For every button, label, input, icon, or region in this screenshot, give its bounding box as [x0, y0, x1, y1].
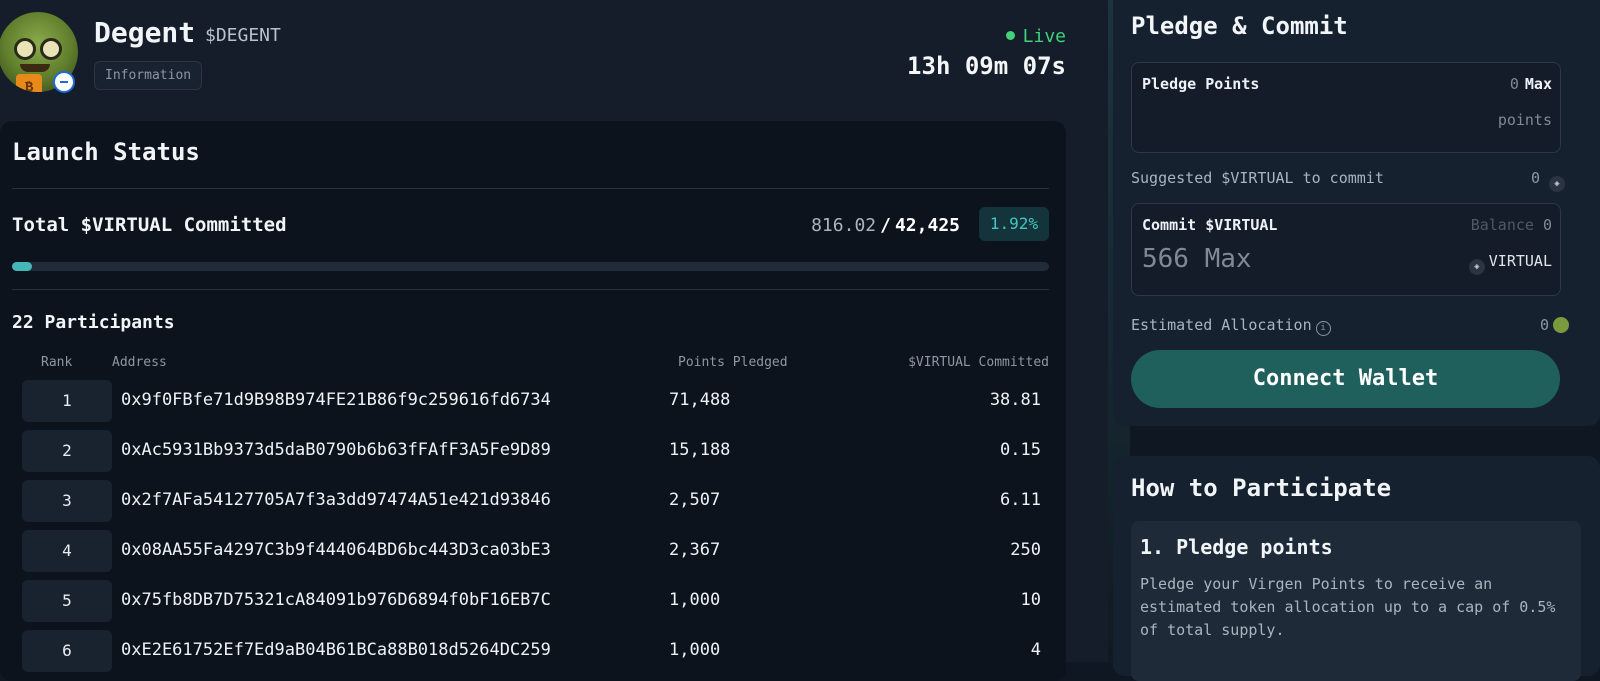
commit-progress-fill: [12, 262, 32, 271]
live-dot-icon: [1005, 31, 1015, 40]
token-name: Degent: [94, 16, 196, 49]
balance-display: Balance 0: [1471, 216, 1552, 234]
avatar-mouth: [20, 64, 50, 72]
commit-virtual-field[interactable]: Commit $VIRTUAL Balance 0 566 Max ◈ VIRTU…: [1131, 203, 1561, 296]
suggested-commit-row: Suggested $VIRTUAL to commit 0 ◈: [1131, 169, 1569, 192]
countdown-timer: 13h 09m 07s: [907, 52, 1066, 80]
virtual-cell: 38.81: [989, 390, 1041, 410]
balance-value: 0: [1542, 216, 1552, 234]
suggested-commit-value-wrap: 0 ◈: [1531, 169, 1569, 192]
pledge-commit-card: Pledge & Commit Pledge Points 0 Max point…: [1113, 0, 1600, 426]
information-tab[interactable]: Information: [94, 61, 203, 90]
pledge-points-field[interactable]: Pledge Points 0 Max points: [1131, 62, 1561, 153]
commit-unit: VIRTUAL: [1488, 252, 1552, 270]
balance-label: Balance: [1470, 216, 1534, 234]
estimated-allocation-value: 0: [1539, 316, 1549, 334]
bitcoin-coin-icon: ₿: [16, 74, 42, 92]
virtual-unit-chip: ◈ VIRTUAL: [1468, 252, 1552, 275]
total-committed-values: 816.02/42,425: [811, 215, 960, 236]
live-status-label: Live: [1022, 26, 1066, 47]
token-header: ₿ Degent $DEGENT Information Live 13h 09…: [0, 0, 1108, 120]
address-cell[interactable]: 0xE2E61752Ef7Ed9aB04B61BCa88B018d5264DC2…: [121, 640, 551, 660]
launch-column: ₿ Degent $DEGENT Information Live 13h 09…: [0, 0, 1108, 681]
column-header-virtual: $VIRTUAL Committed: [908, 355, 1049, 370]
rank-cell: 3: [22, 480, 112, 522]
points-cell: 15,188: [669, 440, 731, 460]
commit-virtual-label: Commit $VIRTUAL: [1142, 216, 1278, 234]
avatar-eye-left: [14, 38, 36, 60]
points-cell: 1,000: [669, 640, 721, 660]
column-header-points: Points Pledged: [678, 355, 788, 370]
live-status: Live: [1005, 26, 1066, 47]
suggested-commit-value: 0: [1530, 169, 1540, 187]
rank-cell: 6: [22, 630, 112, 672]
points-cell: 71,488: [669, 390, 731, 410]
divider: [12, 188, 1049, 189]
commit-amount-input[interactable]: 566 Max: [1142, 244, 1252, 274]
estimated-allocation-value-wrap: 0: [1540, 316, 1569, 334]
table-row[interactable]: 2 0xAc5931Bb9373d5daB0790b6b63fFAfF3A5Fe…: [22, 430, 1049, 472]
table-row[interactable]: 6 0xE2E61752Ef7Ed9aB04B61BCa88B018d5264D…: [22, 630, 1049, 672]
table-row[interactable]: 5 0x75fb8DB7D75321cA84091b976D6894f0bF16…: [22, 580, 1049, 622]
pledge-commit-title: Pledge & Commit: [1131, 12, 1348, 40]
points-cell: 2,507: [669, 490, 721, 510]
pledge-max-button[interactable]: Max: [1525, 75, 1552, 93]
virtual-cell: 10: [1020, 590, 1041, 610]
commit-percent-badge: 1.92%: [979, 207, 1049, 241]
avatar-eye-right: [40, 38, 62, 60]
rank-cell: 4: [22, 530, 112, 572]
base-chain-icon: [53, 71, 75, 93]
table-row[interactable]: 1 0x9f0FBfe71d9B98B974FE21B86f9c259616fd…: [22, 380, 1049, 422]
points-cell: 1,000: [669, 590, 721, 610]
points-cell: 2,367: [669, 540, 721, 560]
how-to-participate-title: How to Participate: [1131, 474, 1392, 502]
column-header-address: Address: [112, 355, 167, 370]
token-avatar-icon: [1553, 317, 1569, 333]
divider: [12, 289, 1049, 290]
virtual-token-icon: ◈: [1549, 176, 1565, 192]
rank-cell: 5: [22, 580, 112, 622]
step-1-title: 1. Pledge points: [1140, 535, 1333, 559]
points-unit: points: [1497, 111, 1552, 129]
commit-progress-bar: [12, 262, 1049, 271]
pledge-points-value: 0: [1509, 75, 1519, 93]
suggested-commit-label: Suggested $VIRTUAL to commit: [1131, 169, 1384, 187]
info-icon[interactable]: i: [1315, 321, 1331, 336]
connect-wallet-button[interactable]: Connect Wallet: [1131, 350, 1560, 408]
virtual-cell: 4: [1030, 640, 1041, 660]
column-header-rank: Rank: [41, 355, 73, 370]
token-ticker: $DEGENT: [205, 25, 281, 46]
step-1-text: Pledge your Virgen Points to receive an …: [1140, 575, 1556, 639]
table-row[interactable]: 3 0x2f7AFa54127705A7f3a3dd97474A51e421d9…: [22, 480, 1049, 522]
pledge-points-input[interactable]: 0 Max: [1510, 75, 1552, 93]
committed-amount: 816.02: [811, 215, 877, 236]
commit-target: 42,425: [894, 215, 960, 236]
total-committed-label: Total $VIRTUAL Committed: [12, 214, 287, 236]
address-cell[interactable]: 0x2f7AFa54127705A7f3a3dd97474A51e421d938…: [121, 490, 551, 510]
address-cell[interactable]: 0x9f0FBfe71d9B98B974FE21B86f9c259616fd67…: [121, 390, 551, 410]
virtual-cell: 0.15: [1000, 440, 1041, 460]
step-1-box: 1. Pledge points Pledge your Virgen Poin…: [1131, 521, 1581, 681]
virtual-cell: 6.11: [1000, 490, 1041, 510]
how-to-participate-card: How to Participate 1. Pledge points Pled…: [1113, 456, 1600, 681]
committed-separator: /: [880, 215, 891, 236]
address-cell[interactable]: 0x75fb8DB7D75321cA84091b976D6894f0bF16EB…: [121, 590, 551, 610]
participants-count: 22 Participants: [12, 312, 175, 333]
virtual-cell: 250: [1010, 540, 1041, 560]
table-row[interactable]: 4 0x08AA55Fa4297C3b9f444064BD6bc443D3ca0…: [22, 530, 1049, 572]
rank-cell: 2: [22, 430, 112, 472]
address-cell[interactable]: 0x08AA55Fa4297C3b9f444064BD6bc443D3ca03b…: [121, 540, 551, 560]
estimated-allocation-label: Estimated Allocation: [1131, 316, 1312, 334]
launch-status-title: Launch Status: [12, 138, 200, 166]
pledge-points-label: Pledge Points: [1142, 75, 1260, 93]
launch-status-panel: Launch Status Total $VIRTUAL Committed 8…: [0, 121, 1066, 681]
estimated-allocation-row: Estimated Allocation i 0: [1131, 316, 1569, 336]
virtual-token-icon: ◈: [1468, 259, 1485, 275]
rank-cell: 1: [22, 380, 112, 422]
address-cell[interactable]: 0xAc5931Bb9373d5daB0790b6b63fFAfF3A5Fe9D…: [121, 440, 551, 460]
